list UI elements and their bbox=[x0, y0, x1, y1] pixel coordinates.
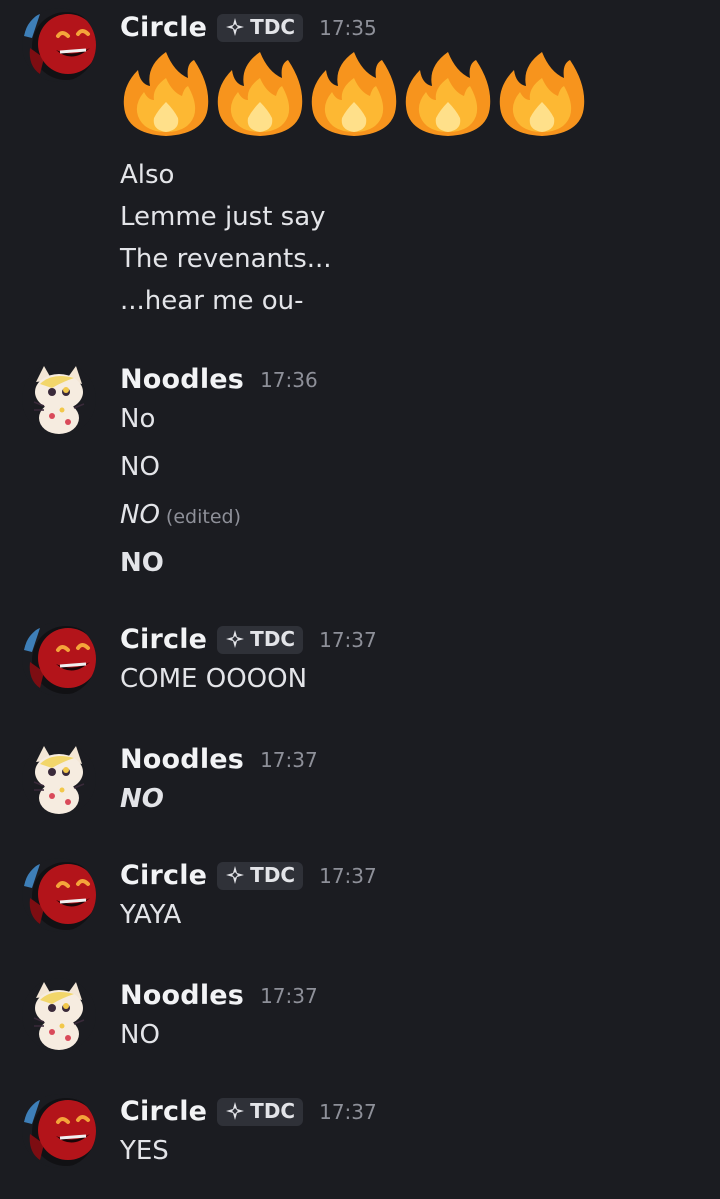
timestamp: 17:37 bbox=[319, 627, 377, 652]
username[interactable]: Noodles bbox=[120, 364, 244, 395]
message-text: Lemme just say bbox=[120, 202, 326, 232]
message-text: YES bbox=[120, 1136, 169, 1166]
message-header: Noodles 17:37 bbox=[120, 744, 318, 775]
sparkle-diamond-icon bbox=[225, 865, 245, 885]
noodles-avatar[interactable] bbox=[22, 742, 96, 816]
message-group-noodles: Noodles 17:37 NO bbox=[0, 976, 720, 1066]
message-header: Circle TDC 17:37 bbox=[120, 624, 377, 655]
server-tag[interactable]: TDC bbox=[217, 1097, 304, 1126]
username[interactable]: Circle bbox=[120, 12, 207, 43]
emoji-row bbox=[120, 48, 588, 140]
message-header: Circle TDC 17:37 bbox=[120, 1096, 377, 1127]
tag-label: TDC bbox=[250, 627, 296, 651]
message-group-circle: Circle TDC 17:35 Also Lemme just say The… bbox=[0, 0, 720, 330]
username[interactable]: Noodles bbox=[120, 744, 244, 775]
message-group-circle: Circle TDC 17:37 COME OOOON bbox=[0, 620, 720, 710]
fire-emoji[interactable] bbox=[402, 48, 494, 140]
message-italic-text: NO bbox=[120, 500, 160, 530]
message-group-circle: Circle TDC 17:37 YES bbox=[0, 1092, 720, 1192]
circle-avatar[interactable] bbox=[22, 858, 96, 932]
server-tag[interactable]: TDC bbox=[217, 625, 304, 654]
timestamp: 17:37 bbox=[319, 863, 377, 888]
username[interactable]: Noodles bbox=[120, 980, 244, 1011]
message-text: NO bbox=[120, 1020, 160, 1050]
server-tag[interactable]: TDC bbox=[217, 13, 304, 42]
message-text: The revenants... bbox=[120, 244, 332, 274]
noodles-avatar[interactable] bbox=[22, 362, 96, 436]
message-text: COME OOOON bbox=[120, 664, 308, 694]
timestamp: 17:37 bbox=[319, 1099, 377, 1124]
tag-label: TDC bbox=[250, 1099, 296, 1123]
message-bold-italic-text: NO bbox=[120, 784, 164, 814]
username[interactable]: Circle bbox=[120, 624, 207, 655]
message-text: Also bbox=[120, 160, 175, 190]
server-tag[interactable]: TDC bbox=[217, 861, 304, 890]
fire-emoji[interactable] bbox=[496, 48, 588, 140]
message-text: No bbox=[120, 404, 156, 434]
circle-avatar[interactable] bbox=[22, 622, 96, 696]
timestamp: 17:35 bbox=[319, 15, 377, 40]
username[interactable]: Circle bbox=[120, 860, 207, 891]
timestamp: 17:36 bbox=[260, 367, 318, 392]
message-group-circle: Circle TDC 17:37 YAYA bbox=[0, 856, 720, 946]
sparkle-diamond-icon bbox=[225, 629, 245, 649]
message-bold-text: NO bbox=[120, 548, 164, 578]
fire-emoji[interactable] bbox=[308, 48, 400, 140]
noodles-avatar[interactable] bbox=[22, 978, 96, 1052]
message-group-noodles: Noodles 17:37 NO bbox=[0, 740, 720, 830]
fire-emoji[interactable] bbox=[214, 48, 306, 140]
message-header: Noodles 17:36 bbox=[120, 364, 318, 395]
message-text: YAYA bbox=[120, 900, 182, 930]
message-text: NO bbox=[120, 452, 160, 482]
message-text-edited: NO (edited) bbox=[120, 500, 241, 530]
timestamp: 17:37 bbox=[260, 983, 318, 1008]
message-header: Circle TDC 17:37 bbox=[120, 860, 377, 891]
message-header: Noodles 17:37 bbox=[120, 980, 318, 1011]
tag-label: TDC bbox=[250, 15, 296, 39]
message-header: Circle TDC 17:35 bbox=[120, 12, 377, 43]
edited-label: (edited) bbox=[165, 506, 241, 528]
username[interactable]: Circle bbox=[120, 1096, 207, 1127]
message-group-noodles: Noodles 17:36 No NO NO (edited) NO bbox=[0, 360, 720, 590]
sparkle-diamond-icon bbox=[225, 1101, 245, 1121]
sparkle-diamond-icon bbox=[225, 17, 245, 37]
fire-emoji[interactable] bbox=[120, 48, 212, 140]
tag-label: TDC bbox=[250, 863, 296, 887]
circle-avatar[interactable] bbox=[22, 1094, 96, 1168]
timestamp: 17:37 bbox=[260, 747, 318, 772]
message-text: ...hear me ou- bbox=[120, 286, 304, 316]
circle-avatar[interactable] bbox=[22, 8, 96, 82]
